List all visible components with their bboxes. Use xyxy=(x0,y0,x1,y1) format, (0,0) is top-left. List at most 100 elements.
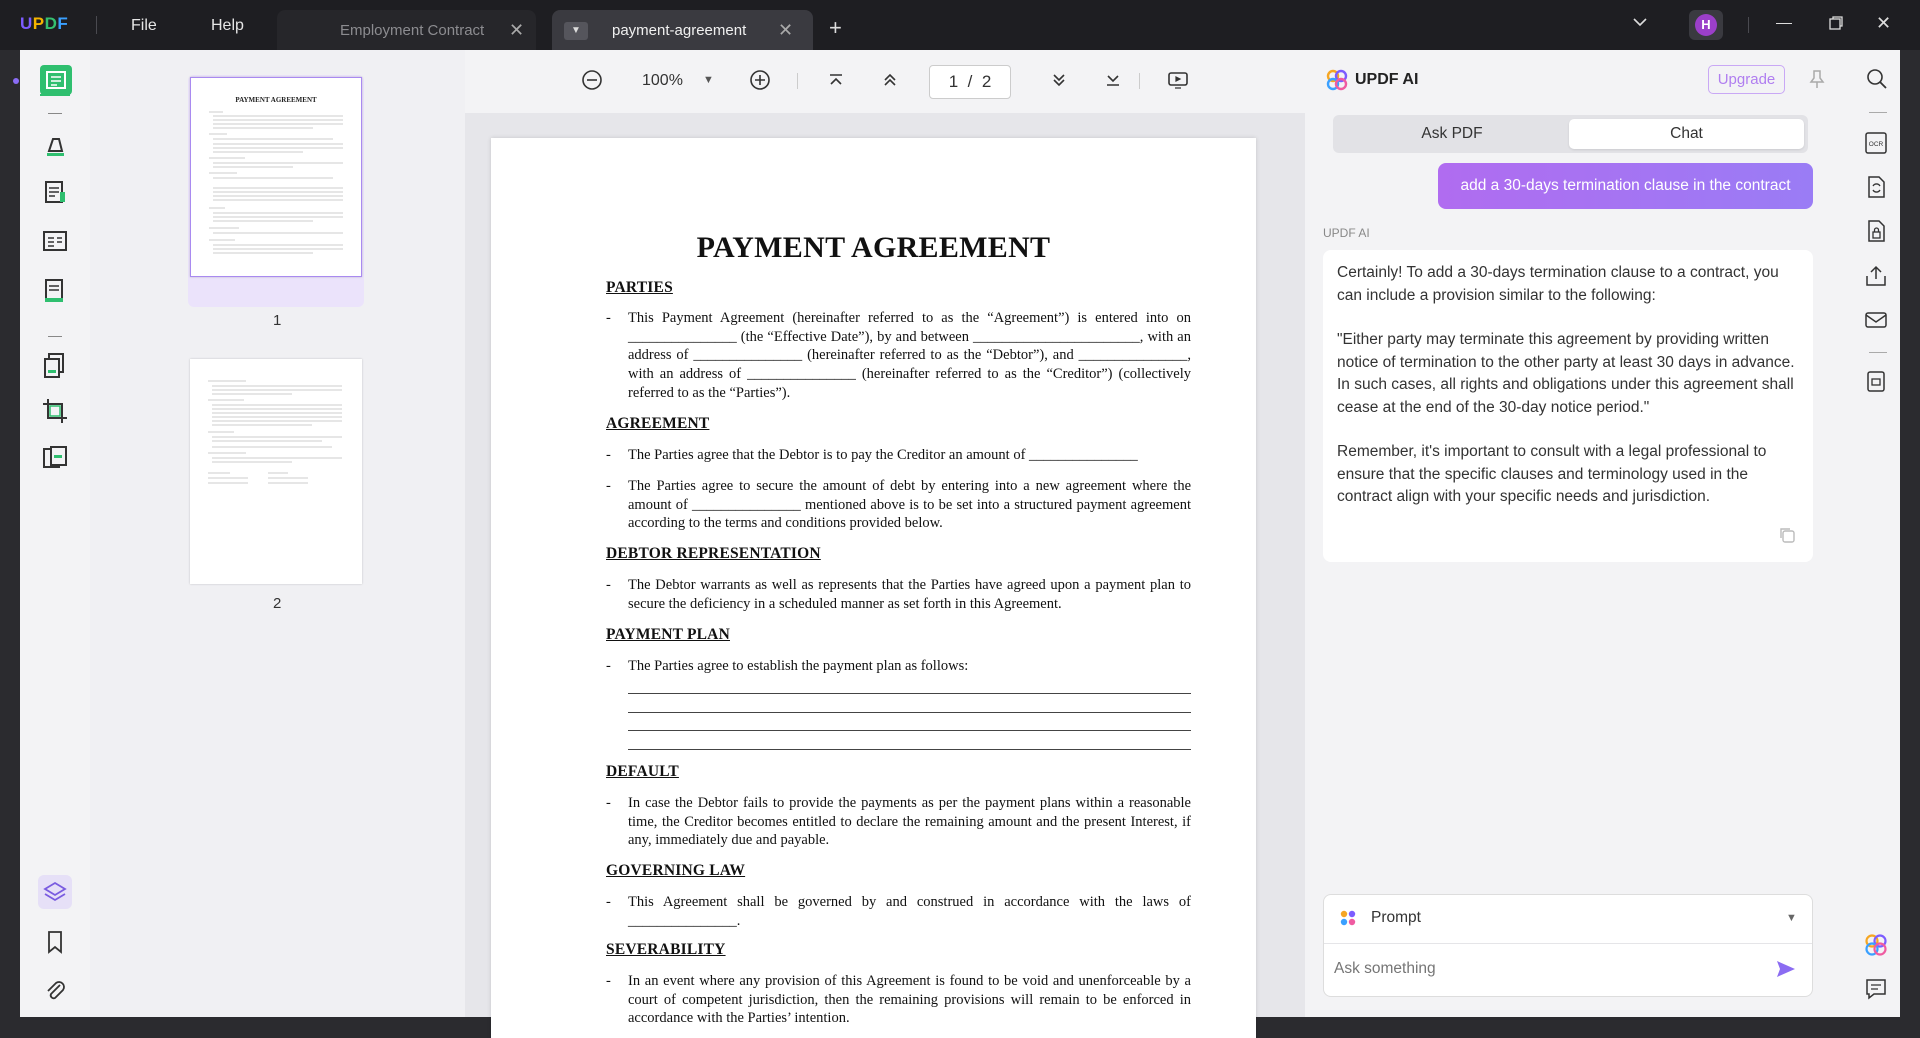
attachment-icon[interactable] xyxy=(40,976,70,1006)
ai-title: UPDF AI xyxy=(1355,71,1419,88)
zoom-dropdown-icon[interactable]: ▼ xyxy=(703,74,714,86)
viewer-toolbar: 100% ▼ 1 / 2 xyxy=(465,50,1305,113)
edit-pdf-icon[interactable] xyxy=(40,178,70,208)
answer-paragraph: "Either party may terminate this agreeme… xyxy=(1337,331,1795,416)
section-heading: PAYMENT PLAN xyxy=(606,626,730,643)
next-page-icon[interactable] xyxy=(1047,68,1071,92)
first-page-icon[interactable] xyxy=(824,68,848,92)
comment-icon[interactable] xyxy=(1863,976,1889,1002)
section-paragraph: - The Parties agree that the Debtor is to… xyxy=(606,447,1138,463)
protect-icon[interactable] xyxy=(1863,218,1889,244)
minimize-icon[interactable] xyxy=(1776,23,1792,24)
menu-help[interactable]: Help xyxy=(211,17,244,35)
divider xyxy=(1869,112,1887,113)
zoom-out-icon[interactable] xyxy=(580,68,604,92)
ai-answer: Certainly! To add a 30-days termination … xyxy=(1323,250,1813,562)
thumb-title: PAYMENT AGREEMENT xyxy=(235,96,317,104)
fill-sign-icon[interactable] xyxy=(40,276,70,306)
convert-icon[interactable] xyxy=(1863,174,1889,200)
blank-line xyxy=(628,694,1191,713)
section-heading: GOVERNING LAW xyxy=(606,862,746,879)
menu-file[interactable]: File xyxy=(131,17,157,35)
search-icon[interactable] xyxy=(1865,67,1891,93)
blank-line xyxy=(628,731,1191,750)
pin-icon[interactable] xyxy=(1807,68,1827,90)
indicator-dot xyxy=(13,78,19,84)
updf-ai-logo-icon xyxy=(1325,68,1349,92)
share-icon[interactable] xyxy=(1863,263,1889,289)
prompt-selector[interactable]: Prompt xyxy=(1371,909,1421,927)
svg-text:OCR: OCR xyxy=(1869,141,1884,148)
close-tab-icon[interactable]: ✕ xyxy=(509,20,524,41)
page-tools-icon[interactable] xyxy=(40,443,70,473)
last-page-icon[interactable] xyxy=(1101,68,1125,92)
tab-chat[interactable]: Chat xyxy=(1569,119,1804,149)
copy-icon[interactable] xyxy=(1778,526,1796,544)
previous-page-icon[interactable] xyxy=(878,68,902,92)
section-paragraph: - The Parties agree to secure the amount … xyxy=(606,478,1191,532)
divider xyxy=(1869,352,1887,353)
send-icon[interactable] xyxy=(1775,958,1797,980)
prompt-icon xyxy=(1339,909,1357,927)
upgrade-button[interactable]: Upgrade xyxy=(1708,65,1785,94)
section-heading: AGREEMENT xyxy=(606,415,710,432)
organize-pages-icon[interactable] xyxy=(40,350,70,380)
zoom-level[interactable]: 100% xyxy=(642,72,683,90)
tab-payment-agreement[interactable]: ▼ payment-agreement ✕ xyxy=(552,10,813,50)
section-paragraph: - The Debtor warrants as well as represen… xyxy=(606,577,1191,612)
section-heading: DEFAULT xyxy=(606,763,679,780)
close-tab-icon[interactable]: ✕ xyxy=(778,20,793,41)
divider xyxy=(48,336,62,337)
chevron-down-icon[interactable] xyxy=(1632,14,1648,35)
blank-line xyxy=(628,676,1191,695)
updf-ai-icon[interactable] xyxy=(1863,932,1889,958)
tab-employment-contract[interactable]: Employment Contract ✕ xyxy=(277,10,536,50)
ai-sender-label: UPDF AI xyxy=(1323,226,1370,240)
divider xyxy=(797,73,798,89)
left-toolbar xyxy=(20,50,90,1017)
chevron-down-icon[interactable]: ▼ xyxy=(1786,912,1797,924)
highlighter-icon[interactable] xyxy=(40,130,70,160)
prompt-box: Prompt ▼ xyxy=(1323,894,1813,997)
active-underline xyxy=(40,94,70,96)
email-icon[interactable] xyxy=(1863,307,1889,333)
section-paragraph: - The Parties agree to establish the paym… xyxy=(606,657,1191,750)
bookmark-icon[interactable] xyxy=(40,927,70,957)
gutter xyxy=(0,50,20,1017)
section-heading: SEVERABILITY xyxy=(606,941,726,958)
section-paragraph: - This Payment Agreement (hereinafter ref… xyxy=(606,310,1191,401)
reader-mode-icon[interactable] xyxy=(40,65,72,95)
section-paragraph: - In an event where any provision of this… xyxy=(606,973,1191,1027)
ocr-icon[interactable]: OCR xyxy=(1863,130,1889,156)
avatar[interactable]: H xyxy=(1689,10,1723,40)
page-number-1: 1 xyxy=(273,312,282,329)
tab-dropdown-icon[interactable]: ▼ xyxy=(564,22,588,40)
page-number-2: 2 xyxy=(273,595,282,612)
answer-paragraph: Certainly! To add a 30-days termination … xyxy=(1337,264,1779,304)
page-thumbnail-1[interactable]: PAYMENT AGREEMENT xyxy=(190,77,362,277)
crop-icon[interactable] xyxy=(40,396,70,426)
updf-logo: UPDF xyxy=(20,14,69,33)
layers-icon[interactable] xyxy=(38,875,72,909)
save-icon[interactable] xyxy=(1863,368,1889,394)
ai-mode-switch: Ask PDF Chat xyxy=(1333,115,1808,153)
thumbnail-panel: PAYMENT AGREEMENT 1 2 xyxy=(90,50,465,1017)
close-window-icon[interactable]: ✕ xyxy=(1876,13,1891,34)
presentation-icon[interactable] xyxy=(1166,68,1190,92)
restore-icon[interactable] xyxy=(1828,15,1844,36)
form-icon[interactable] xyxy=(40,226,70,256)
title-bar: UPDF File Help Employment Contract ✕ ▼ p… xyxy=(0,0,1920,50)
divider xyxy=(48,113,62,114)
answer-paragraph: Remember, it's important to consult with… xyxy=(1337,443,1767,505)
page-input[interactable]: 1 / 2 xyxy=(929,65,1011,99)
divider xyxy=(1748,17,1749,33)
tab-ask-pdf[interactable]: Ask PDF xyxy=(1337,119,1567,149)
new-tab-icon[interactable]: + xyxy=(829,15,842,41)
page-thumbnail-2[interactable] xyxy=(190,359,362,584)
section-heading: DEBTOR REPRESENTATION xyxy=(606,545,821,562)
ask-input[interactable] xyxy=(1334,951,1754,987)
zoom-in-icon[interactable] xyxy=(748,68,772,92)
divider xyxy=(1324,943,1812,944)
divider xyxy=(1139,73,1140,89)
blank-line xyxy=(628,713,1191,732)
